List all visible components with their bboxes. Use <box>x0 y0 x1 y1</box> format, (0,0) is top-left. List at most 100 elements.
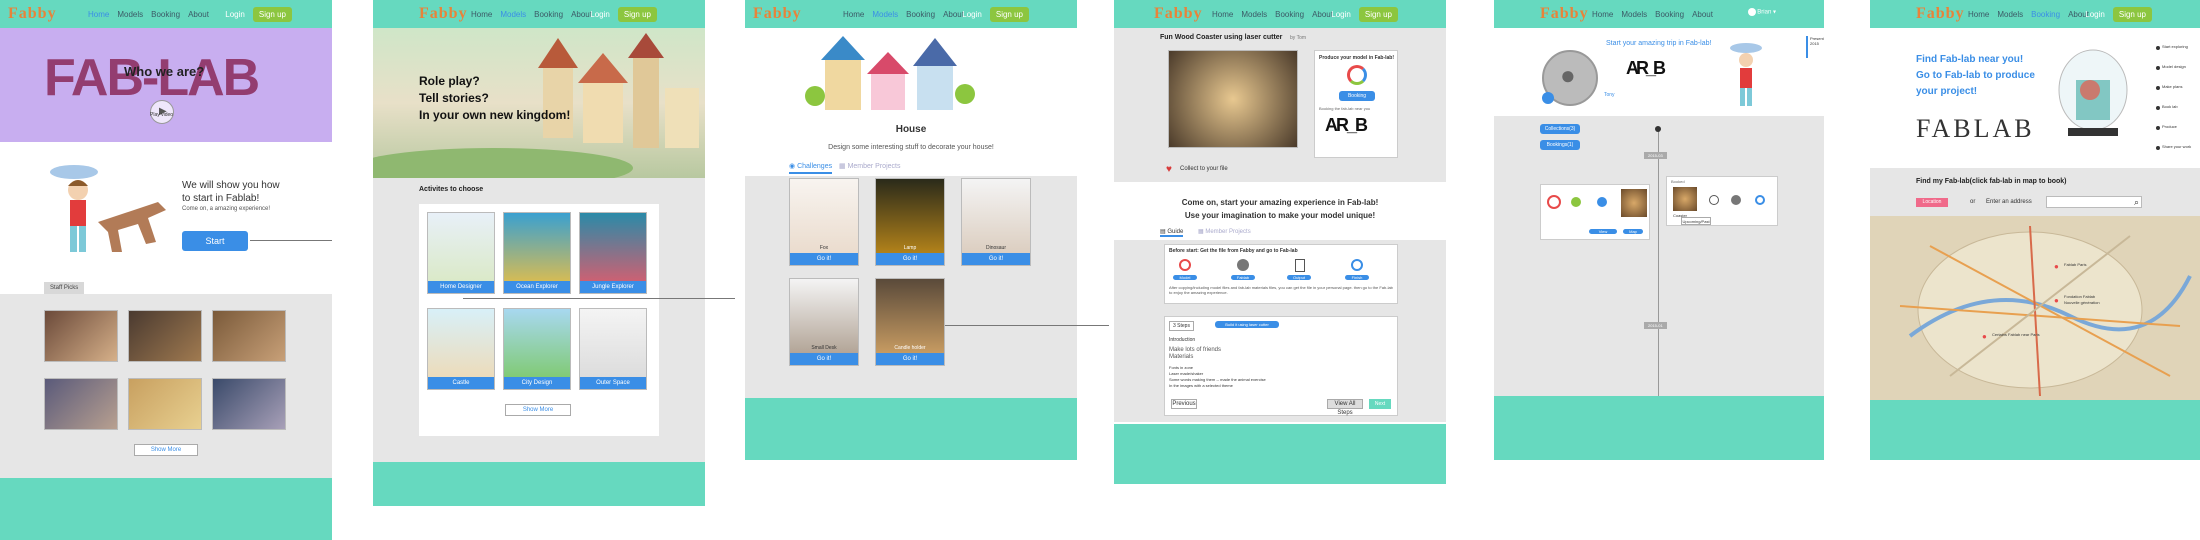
location-button[interactable]: Location <box>1916 198 1948 207</box>
login-link[interactable]: Login <box>225 10 245 19</box>
activity-outer-space[interactable]: Outer Space <box>579 308 647 390</box>
nav-booking[interactable]: Booking <box>2031 10 2060 19</box>
go-it-button[interactable]: Go it! <box>876 253 944 265</box>
show-more-button[interactable]: Show More <box>505 404 571 416</box>
nav-booking[interactable]: Booking <box>906 10 935 19</box>
address-input[interactable]: ⌕ <box>2046 196 2142 208</box>
map-pin-icon[interactable]: ● <box>2054 262 2059 271</box>
search-icon[interactable]: ⌕ <box>2134 197 2139 208</box>
map-pin-icon[interactable]: ● <box>2054 296 2059 305</box>
nav-models[interactable]: Models <box>500 10 526 19</box>
go-it-button[interactable]: Go it! <box>790 253 858 265</box>
nav-models[interactable]: Models <box>1997 10 2023 19</box>
activity-ocean-explorer[interactable]: Ocean Explorer <box>503 212 571 294</box>
staff-pick-photo-4[interactable] <box>44 378 118 430</box>
step-dot-3[interactable] <box>2156 86 2160 90</box>
nav-home[interactable]: Home <box>88 10 109 19</box>
fabby-logo[interactable]: Fabby <box>753 5 802 23</box>
nav-home[interactable]: Home <box>1968 10 1989 19</box>
booking-card[interactable]: Booked Coaster Upcoming/Past <box>1666 176 1778 226</box>
login-link[interactable]: Login <box>1331 10 1351 19</box>
nav-booking[interactable]: Booking <box>151 10 180 19</box>
login-link[interactable]: Login <box>2085 10 2105 19</box>
booking-button[interactable]: Booking <box>1339 91 1375 101</box>
nav-booking[interactable]: Booking <box>1275 10 1304 19</box>
collect-heart-icon[interactable]: ♥ <box>1166 164 1172 175</box>
category-subtitle: Design some interesting stuff to decorat… <box>828 144 994 151</box>
activity-jungle-explorer[interactable]: Jungle Explorer <box>579 212 647 294</box>
signup-button[interactable]: Sign up <box>617 7 657 22</box>
staff-pick-photo-2[interactable] <box>128 310 202 362</box>
activity-home-designer[interactable]: Home Designer <box>427 212 495 294</box>
tab-member-projects[interactable]: ▦ Member Projects <box>839 162 900 170</box>
nav-models[interactable]: Models <box>1621 10 1647 19</box>
staff-pick-photo-3[interactable] <box>212 310 286 362</box>
fabby-logo[interactable]: Fabby <box>419 5 468 23</box>
fabby-logo[interactable]: Fabby <box>1916 5 1965 23</box>
staff-pick-photo-1[interactable] <box>44 310 118 362</box>
pending-button[interactable]: Upcoming/Past <box>1681 217 1711 225</box>
nav-about[interactable]: About <box>1692 10 1713 19</box>
nav-about[interactable]: About <box>1312 10 1333 19</box>
tab-guide[interactable]: ▤ Guide <box>1160 228 1184 237</box>
fabby-logo[interactable]: Fabby <box>8 5 57 23</box>
nav-about[interactable]: About <box>943 10 964 19</box>
nav-models[interactable]: Models <box>1241 10 1267 19</box>
nav-about[interactable]: About <box>188 10 209 19</box>
camera-badge-icon[interactable] <box>1542 92 1554 104</box>
tab-member-projects[interactable]: ▦ Member Projects <box>1198 228 1251 235</box>
staff-picks-tab[interactable]: Staff Picks <box>44 282 85 294</box>
login-link[interactable]: Login <box>962 10 982 19</box>
sidebar-year[interactable]: 2015 <box>1808 41 1824 46</box>
fabby-logo[interactable]: Fabby <box>1154 5 1203 23</box>
collections-button[interactable]: Collections(3) <box>1540 124 1580 134</box>
challenge-small-desk[interactable]: Go it! Small Desk <box>789 278 859 366</box>
view-all-steps-button[interactable]: View All Steps <box>1327 399 1363 416</box>
challenge-candle-holder[interactable]: Go it! Candle holder <box>875 278 945 366</box>
staff-pick-photo-5[interactable] <box>128 378 202 430</box>
nav-home[interactable]: Home <box>1592 10 1613 19</box>
challenge-lamp[interactable]: Go it! Lamp <box>875 178 945 266</box>
user-menu[interactable]: Brian ▾ <box>1747 8 1776 16</box>
nav-models[interactable]: Models <box>872 10 898 19</box>
next-button[interactable]: Next <box>1369 399 1391 409</box>
step-dot-5[interactable] <box>2156 126 2160 130</box>
fablab-map[interactable]: ● Fablab Paris ● Fondation Fablab Nouvel… <box>1870 216 2200 400</box>
login-link[interactable]: Login <box>590 10 610 19</box>
nav-home[interactable]: Home <box>1212 10 1233 19</box>
bookings-button[interactable]: Bookings(1) <box>1540 140 1580 150</box>
activity-castle[interactable]: Castle <box>427 308 495 390</box>
step-dot-4[interactable] <box>2156 106 2160 110</box>
signup-button[interactable]: Sign up <box>252 7 292 22</box>
go-it-button[interactable]: Go it! <box>876 353 944 365</box>
collect-label[interactable]: Collect to your file <box>1180 166 1228 172</box>
signup-button[interactable]: Sign up <box>989 7 1029 22</box>
tab-challenges[interactable]: ◉ Challenges <box>789 162 833 174</box>
show-more-button[interactable]: Show More <box>134 444 198 456</box>
fabby-logo[interactable]: Fabby <box>1540 5 1589 23</box>
start-button[interactable]: Start <box>182 231 248 251</box>
challenge-dinosaur[interactable]: Go it! Dinosaur <box>961 178 1031 266</box>
challenge-fox[interactable]: Go it! Fox <box>789 178 859 266</box>
signup-button[interactable]: Sign up <box>2112 7 2152 22</box>
nav-about[interactable]: About <box>571 10 592 19</box>
nav-home[interactable]: Home <box>471 10 492 19</box>
go-it-button[interactable]: Go it! <box>962 253 1030 265</box>
activity-city-design[interactable]: City Design <box>503 308 571 390</box>
go-it-button[interactable]: Go it! <box>790 353 858 365</box>
step-dot-1[interactable] <box>2156 46 2160 50</box>
nav-booking[interactable]: Booking <box>1655 10 1684 19</box>
signup-button[interactable]: Sign up <box>1358 7 1398 22</box>
map-pin-icon[interactable]: ● <box>1982 332 1987 341</box>
step-dot-2[interactable] <box>2156 66 2160 70</box>
nav-models[interactable]: Models <box>117 10 143 19</box>
map-button[interactable]: Map <box>1623 229 1643 234</box>
collection-card[interactable]: View Map <box>1540 184 1650 240</box>
view-button[interactable]: View <box>1589 229 1617 234</box>
nav-booking[interactable]: Booking <box>534 10 563 19</box>
staff-pick-photo-6[interactable] <box>212 378 286 430</box>
nav-home[interactable]: Home <box>843 10 864 19</box>
step-dot-6[interactable] <box>2156 146 2160 150</box>
previous-button[interactable]: Previous <box>1171 399 1197 409</box>
hero-banner: FAB-LAB Who we are? ▶ Play video <box>0 28 332 142</box>
